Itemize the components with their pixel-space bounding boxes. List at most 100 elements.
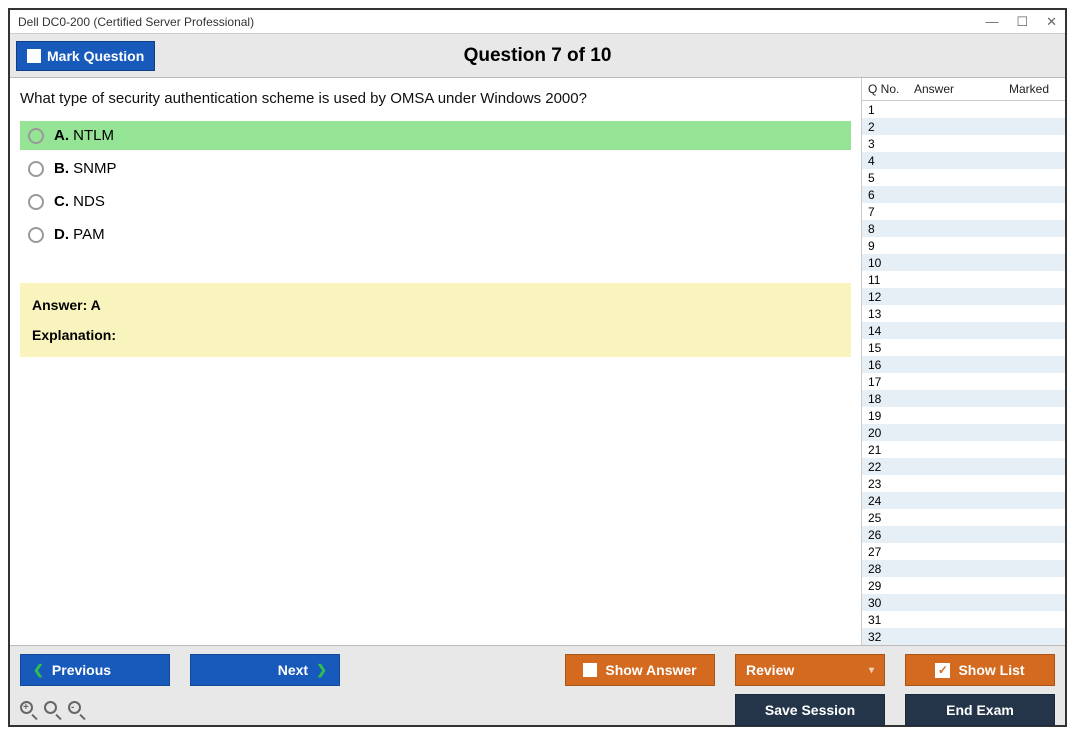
question-list-row[interactable]: 18	[862, 390, 1065, 407]
row-qno: 14	[868, 324, 892, 338]
question-list-row[interactable]: 17	[862, 373, 1065, 390]
row-qno: 10	[868, 256, 892, 270]
mark-question-button[interactable]: Mark Question	[16, 41, 155, 71]
show-answer-button[interactable]: Show Answer	[565, 654, 715, 686]
window-title: Dell DC0-200 (Certified Server Professio…	[18, 15, 985, 29]
question-list-panel: Q No. Answer Marked 12345678910111213141…	[861, 78, 1065, 645]
show-list-button[interactable]: ✓ Show List	[905, 654, 1055, 686]
question-list-row[interactable]: 12	[862, 288, 1065, 305]
close-button[interactable]: ✕	[1046, 14, 1057, 30]
row-qno: 29	[868, 579, 892, 593]
question-list-row[interactable]: 31	[862, 611, 1065, 628]
header-qno: Q No.	[868, 82, 904, 96]
question-list-row[interactable]: 11	[862, 271, 1065, 288]
row-qno: 26	[868, 528, 892, 542]
footer: ❮ Previous Next ❯ Show Answer Review ▾ ✓…	[10, 645, 1065, 725]
app-window: Dell DC0-200 (Certified Server Professio…	[8, 8, 1067, 727]
row-qno: 11	[868, 273, 892, 287]
row-qno: 23	[868, 477, 892, 491]
footer-row-2: + - Save Session End Exam	[20, 694, 1055, 726]
header-marked: Marked	[999, 82, 1059, 96]
question-list-row[interactable]: 16	[862, 356, 1065, 373]
show-list-label: Show List	[958, 662, 1024, 678]
row-qno: 21	[868, 443, 892, 457]
review-dropdown[interactable]: Review ▾	[735, 654, 885, 686]
row-qno: 9	[868, 239, 892, 253]
answer-label: Answer: A	[32, 297, 839, 313]
row-qno: 6	[868, 188, 892, 202]
question-list-row[interactable]: 10	[862, 254, 1065, 271]
option-text: SNMP	[73, 160, 116, 177]
checkbox-icon	[583, 663, 597, 677]
radio-icon	[28, 128, 44, 144]
header-answer: Answer	[904, 82, 999, 96]
question-list-row[interactable]: 2	[862, 118, 1065, 135]
option-text: NDS	[73, 193, 105, 210]
option-letter: C.	[54, 193, 69, 210]
row-qno: 24	[868, 494, 892, 508]
row-qno: 12	[868, 290, 892, 304]
question-list-row[interactable]: 8	[862, 220, 1065, 237]
previous-button[interactable]: ❮ Previous	[20, 654, 170, 686]
minimize-button[interactable]: —	[985, 14, 998, 30]
question-list-row[interactable]: 14	[862, 322, 1065, 339]
question-list-body[interactable]: 1234567891011121314151617181920212223242…	[862, 101, 1065, 645]
zoom-in-button[interactable]: +	[20, 701, 38, 719]
row-qno: 2	[868, 120, 892, 134]
question-list-row[interactable]: 32	[862, 628, 1065, 645]
zoom-controls: + -	[20, 701, 86, 719]
question-list-row[interactable]: 15	[862, 339, 1065, 356]
option-b[interactable]: B. SNMP	[20, 154, 851, 183]
question-list-row[interactable]: 4	[862, 152, 1065, 169]
question-list-row[interactable]: 25	[862, 509, 1065, 526]
mark-question-label: Mark Question	[47, 48, 144, 64]
question-list-row[interactable]: 9	[862, 237, 1065, 254]
question-list-row[interactable]: 13	[862, 305, 1065, 322]
end-exam-button[interactable]: End Exam	[905, 694, 1055, 726]
option-d[interactable]: D. PAM	[20, 220, 851, 249]
question-list-row[interactable]: 21	[862, 441, 1065, 458]
body: What type of security authentication sch…	[10, 78, 1065, 645]
question-list-row[interactable]: 3	[862, 135, 1065, 152]
question-list-row[interactable]: 24	[862, 492, 1065, 509]
question-list-row[interactable]: 6	[862, 186, 1065, 203]
question-list-row[interactable]: 30	[862, 594, 1065, 611]
window-controls: — ☐ ✕	[985, 14, 1057, 30]
row-qno: 13	[868, 307, 892, 321]
row-qno: 8	[868, 222, 892, 236]
zoom-reset-button[interactable]	[44, 701, 62, 719]
question-list-row[interactable]: 20	[862, 424, 1065, 441]
question-list-row[interactable]: 27	[862, 543, 1065, 560]
row-qno: 5	[868, 171, 892, 185]
question-list-row[interactable]: 22	[862, 458, 1065, 475]
next-label: Next	[278, 662, 308, 678]
review-label: Review	[746, 662, 794, 678]
option-letter: B.	[54, 160, 69, 177]
chevron-left-icon: ❮	[33, 662, 44, 678]
row-qno: 16	[868, 358, 892, 372]
zoom-out-button[interactable]: -	[68, 701, 86, 719]
question-list-row[interactable]: 1	[862, 101, 1065, 118]
question-list-row[interactable]: 5	[862, 169, 1065, 186]
question-text: What type of security authentication sch…	[10, 78, 861, 121]
question-list-row[interactable]: 7	[862, 203, 1065, 220]
next-button[interactable]: Next ❯	[190, 654, 340, 686]
titlebar: Dell DC0-200 (Certified Server Professio…	[10, 10, 1065, 34]
option-a[interactable]: A. NTLM	[20, 121, 851, 150]
row-qno: 25	[868, 511, 892, 525]
question-list-row[interactable]: 26	[862, 526, 1065, 543]
maximize-button[interactable]: ☐	[1016, 14, 1028, 30]
option-c[interactable]: C. NDS	[20, 187, 851, 216]
row-qno: 31	[868, 613, 892, 627]
dropdown-arrow-icon: ▾	[869, 665, 874, 676]
question-list-row[interactable]: 28	[862, 560, 1065, 577]
question-list-row[interactable]: 23	[862, 475, 1065, 492]
row-qno: 4	[868, 154, 892, 168]
radio-icon	[28, 161, 44, 177]
question-list-row[interactable]: 29	[862, 577, 1065, 594]
question-list-row[interactable]: 19	[862, 407, 1065, 424]
save-session-button[interactable]: Save Session	[735, 694, 885, 726]
footer-row-1: ❮ Previous Next ❯ Show Answer Review ▾ ✓…	[20, 654, 1055, 686]
row-qno: 22	[868, 460, 892, 474]
row-qno: 19	[868, 409, 892, 423]
